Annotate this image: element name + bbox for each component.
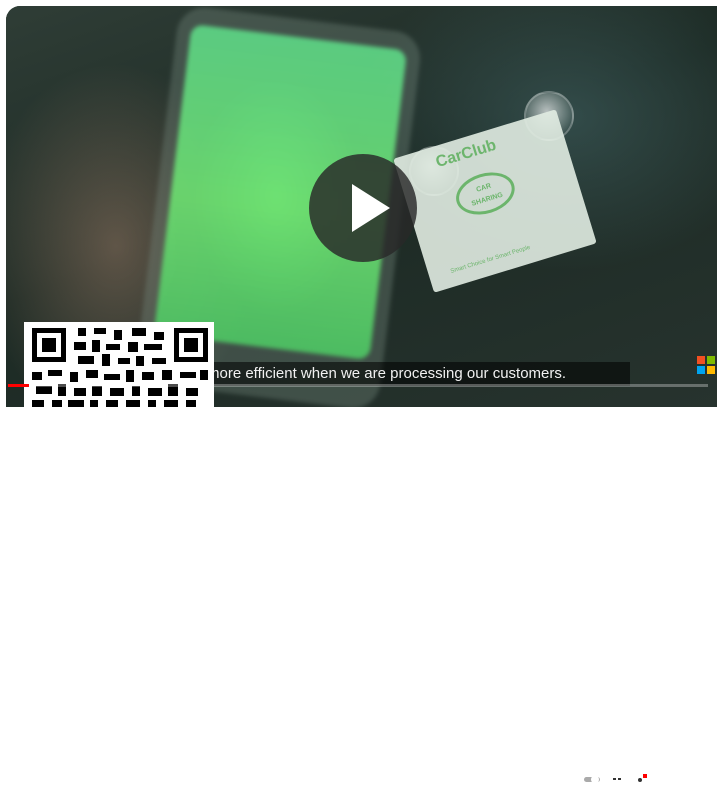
brand-logo-icon	[697, 356, 715, 374]
miniplayer-icon[interactable]	[655, 773, 669, 787]
gear-icon[interactable]	[633, 773, 647, 787]
cc-icon[interactable]	[610, 773, 624, 787]
autoplay-toggle-icon[interactable]	[583, 773, 601, 787]
player-controls	[0, 384, 717, 785]
theater-icon[interactable]	[677, 773, 691, 787]
play-icon[interactable]	[14, 773, 26, 787]
sticker-badge: CAR SHARING	[450, 165, 520, 222]
caption-text: more efficient when we are processing ou…	[207, 365, 567, 382]
fullscreen-icon[interactable]	[699, 773, 713, 787]
large-play-button[interactable]	[309, 154, 417, 262]
